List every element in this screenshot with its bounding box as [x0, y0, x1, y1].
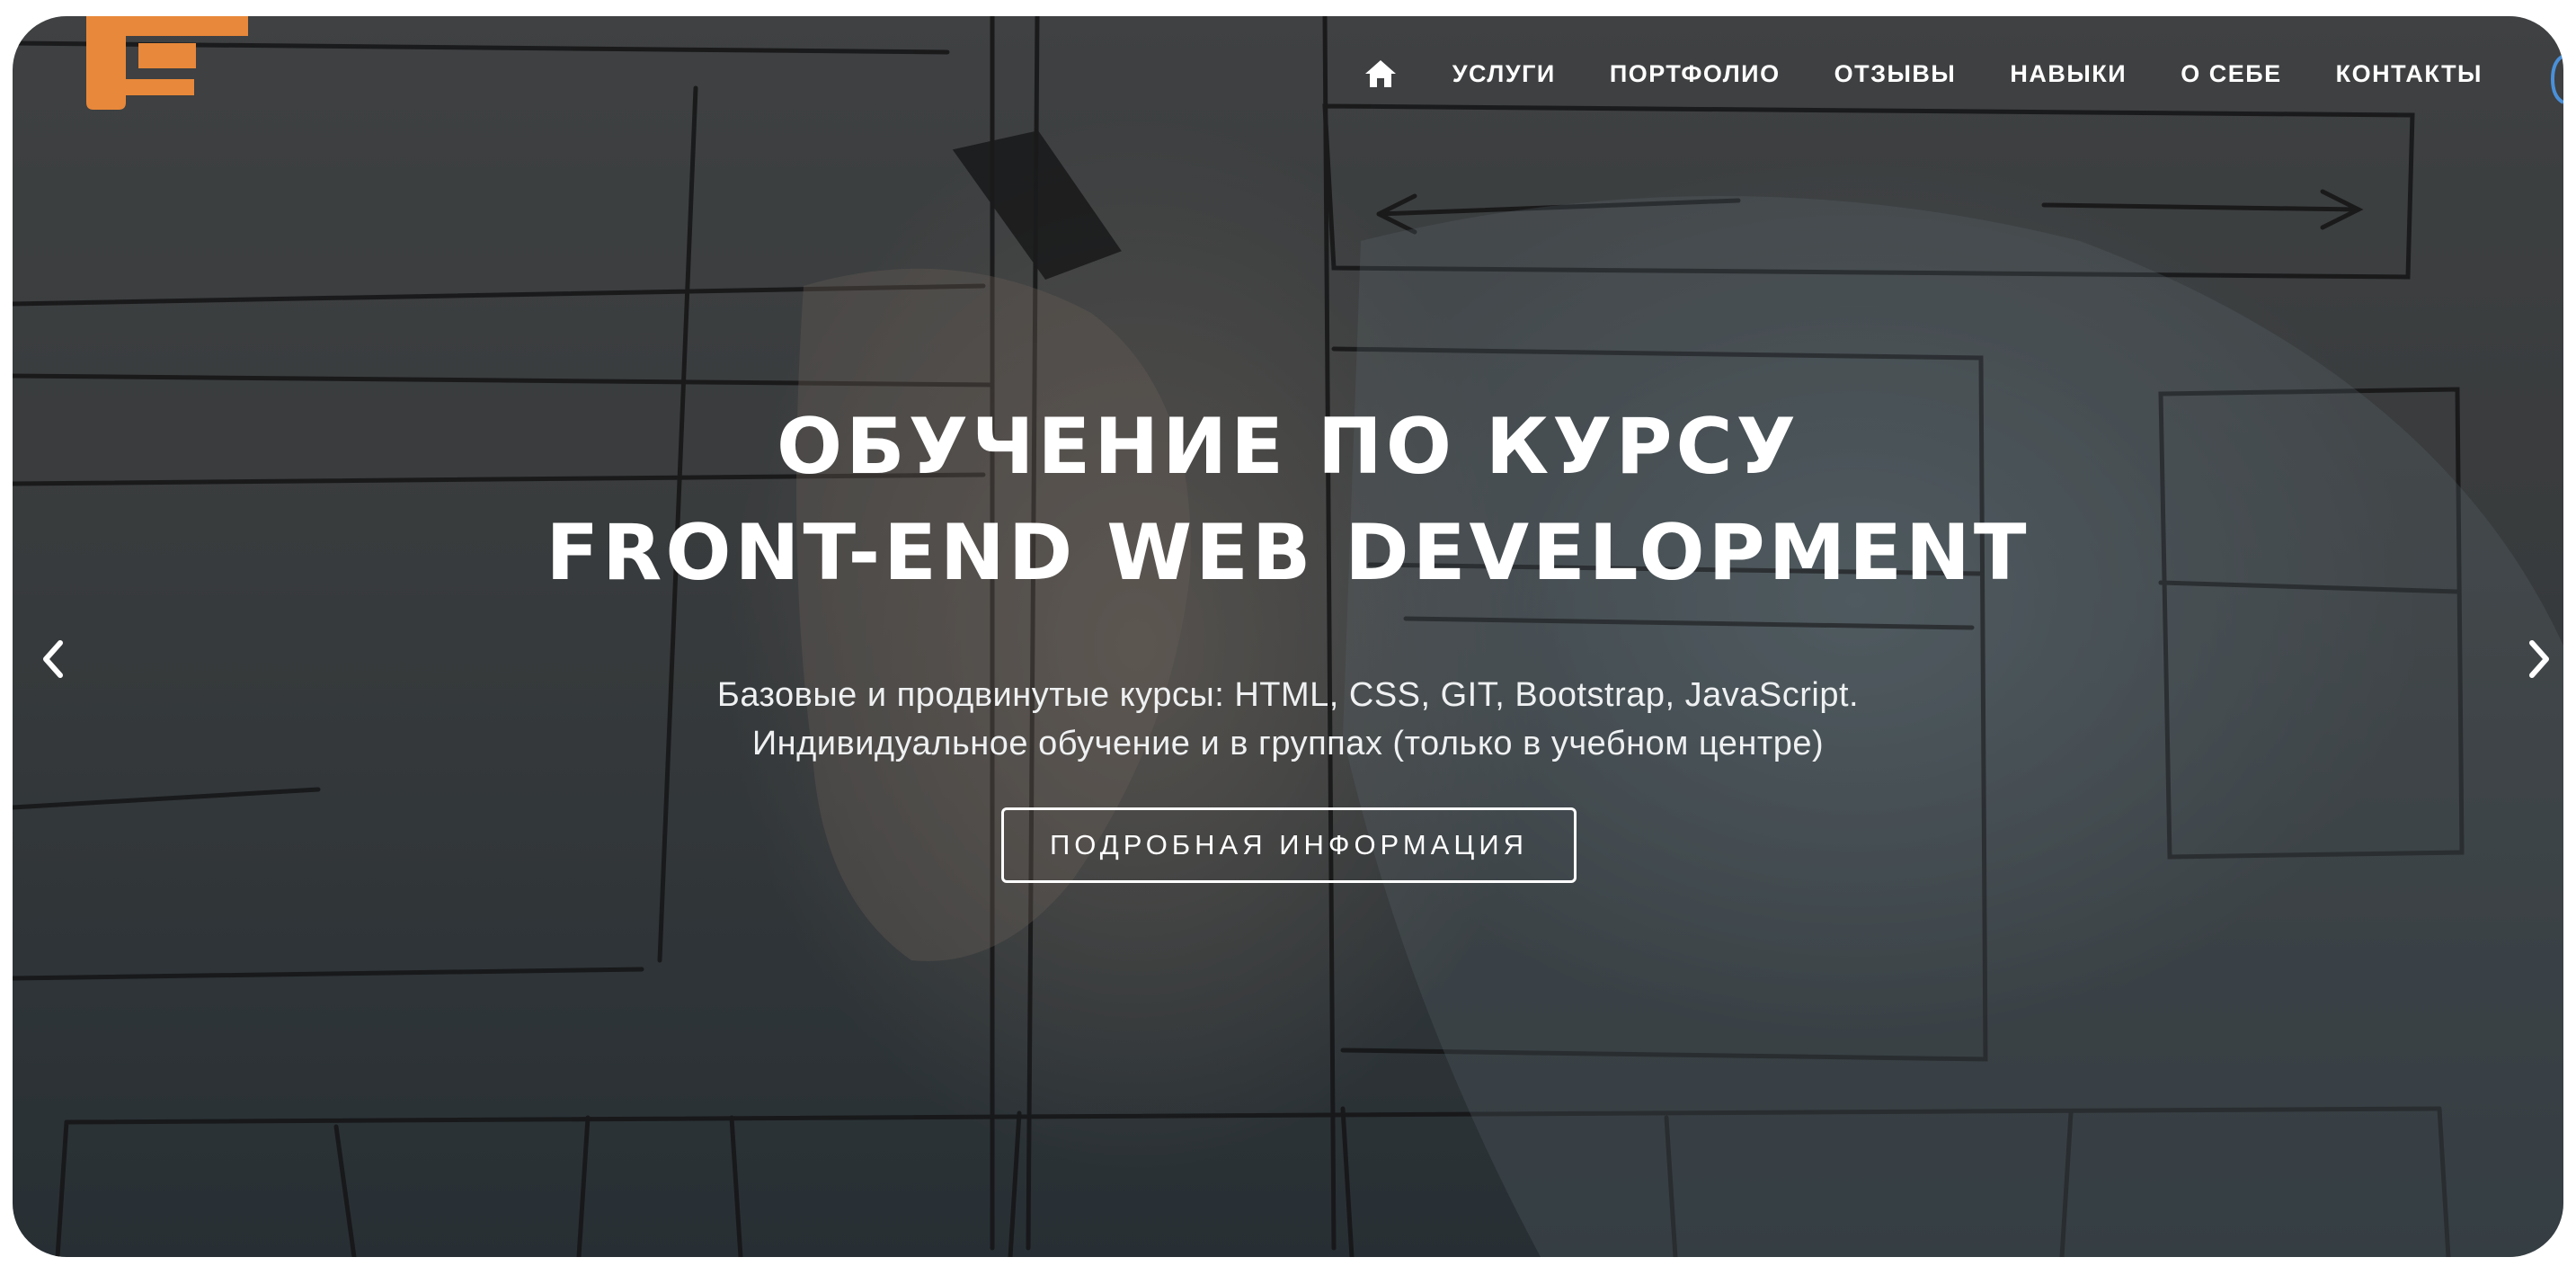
- nav-home[interactable]: [1336, 52, 1426, 95]
- nav-item-about[interactable]: О СЕБЕ: [2154, 52, 2308, 95]
- hero-title: ОБУЧЕНИЕ ПО КУРСУ FRONT-END WEB DEVELOPM…: [13, 394, 2563, 606]
- nav-item-skills[interactable]: НАВЫКИ: [1983, 52, 2154, 95]
- hero-subtitle: Базовые и продвинутые курсы: HTML, CSS, …: [13, 671, 2563, 768]
- carousel-prev-button[interactable]: [34, 628, 70, 691]
- hero-subtitle-line-2: Индивидуальное обучение и в группах (тол…: [751, 725, 1825, 762]
- more-info-button[interactable]: ПОДРОБНАЯ ИНФОРМАЦИЯ: [1001, 807, 1577, 883]
- edge-widget-icon[interactable]: [2551, 52, 2563, 106]
- home-icon: [1364, 60, 1396, 87]
- hero-title-line-2: FRONT-END WEB DEVELOPMENT: [546, 508, 2030, 598]
- hero-banner: УСЛУГИ ПОРТФОЛИО ОТЗЫВЫ НАВЫКИ О СЕБЕ КО…: [13, 16, 2563, 1257]
- hero-subtitle-line-1: Базовые и продвинутые курсы: HTML, CSS, …: [716, 676, 1860, 714]
- nav-item-services[interactable]: УСЛУГИ: [1426, 52, 1583, 95]
- logo[interactable]: [86, 16, 248, 110]
- chevron-right-icon: [2529, 640, 2549, 678]
- hero-title-line-1: ОБУЧЕНИЕ ПО КУРСУ: [777, 402, 1799, 492]
- chevron-left-icon: [43, 640, 63, 678]
- nav-item-reviews[interactable]: ОТЗЫВЫ: [1808, 52, 1984, 95]
- main-nav: УСЛУГИ ПОРТФОЛИО ОТЗЫВЫ НАВЫКИ О СЕБЕ КО…: [1336, 52, 2509, 95]
- carousel-next-button[interactable]: [2522, 628, 2558, 691]
- hero-dark-overlay: [13, 16, 2563, 1257]
- nav-item-contacts[interactable]: КОНТАКТЫ: [2309, 52, 2509, 95]
- nav-item-portfolio[interactable]: ПОРТФОЛИО: [1583, 52, 1808, 95]
